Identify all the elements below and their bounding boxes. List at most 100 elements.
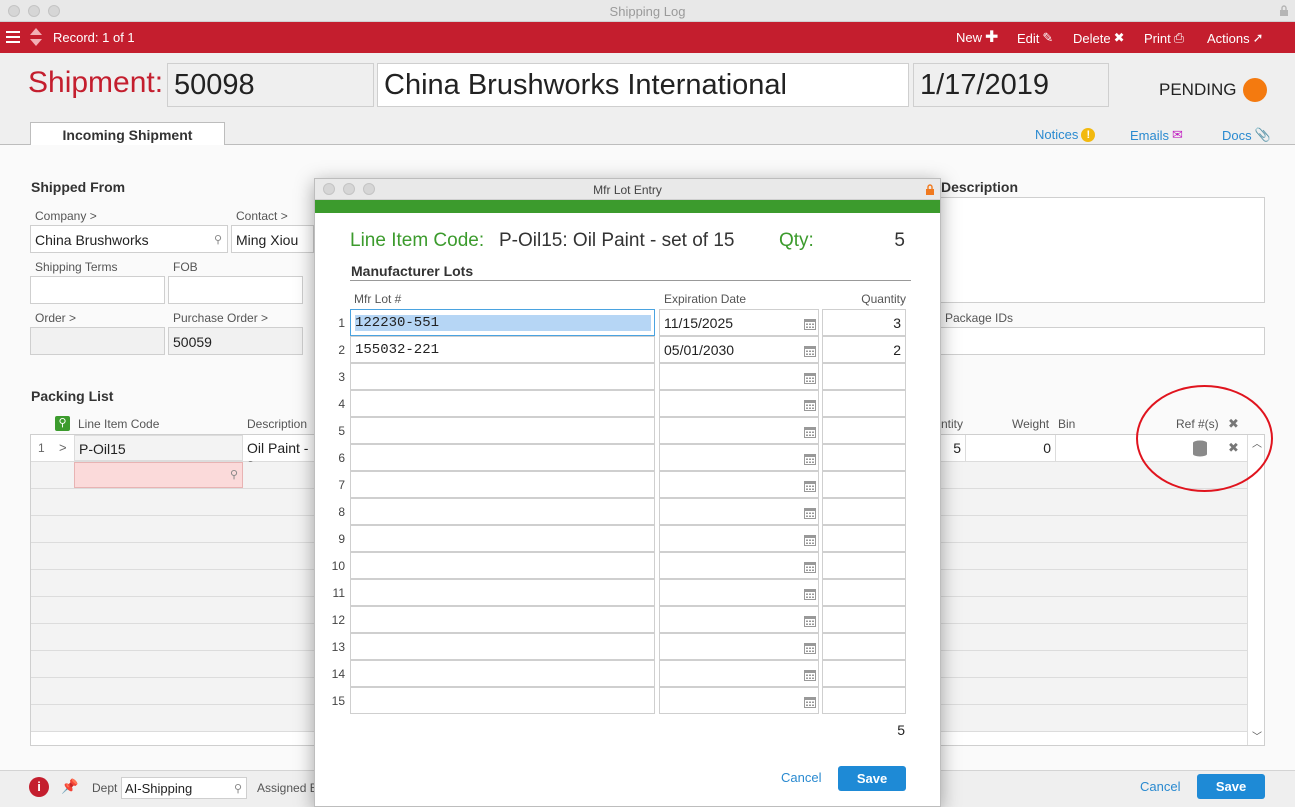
mfr-lot-input[interactable]: [350, 687, 655, 714]
mfr-lot-input[interactable]: [350, 471, 655, 498]
search-icon[interactable]: ⚲: [214, 233, 222, 246]
mfr-lot-input[interactable]: [350, 417, 655, 444]
lot-quantity-input[interactable]: [822, 363, 906, 390]
edit-button[interactable]: Edit ✎: [1017, 30, 1053, 46]
expiration-date-input[interactable]: [659, 687, 819, 714]
lot-quantity-input[interactable]: [822, 498, 906, 525]
lot-quantity-input[interactable]: [822, 471, 906, 498]
mfr-lot-input[interactable]: [350, 552, 655, 579]
row-line-item-code[interactable]: P-Oil15: [74, 435, 243, 461]
mfr-lot-input[interactable]: [350, 660, 655, 687]
lot-quantity-input[interactable]: [822, 633, 906, 660]
calendar-icon[interactable]: [804, 668, 816, 681]
expiration-date-input[interactable]: [659, 498, 819, 525]
mfr-lot-input[interactable]: [350, 606, 655, 633]
expiration-date-input[interactable]: 05/01/2030: [659, 336, 819, 363]
row-description[interactable]: Oil Paint - s: [243, 435, 315, 472]
mfr-lot-input[interactable]: [350, 633, 655, 660]
lot-quantity-input[interactable]: [822, 579, 906, 606]
emails-link[interactable]: Emails ✉: [1130, 127, 1183, 143]
contact-label[interactable]: Contact >: [236, 209, 288, 223]
info-icon[interactable]: i: [29, 777, 49, 797]
contact-field[interactable]: Ming Xiou: [231, 225, 314, 253]
search-icon[interactable]: ⚲: [234, 782, 242, 795]
purchase-order-label[interactable]: Purchase Order >: [173, 311, 268, 325]
calendar-icon[interactable]: [804, 452, 816, 465]
mfr-lot-input[interactable]: 122230-551: [350, 309, 655, 336]
lot-quantity-input[interactable]: [822, 687, 906, 714]
search-icon[interactable]: ⚲: [230, 468, 238, 481]
shipping-terms-field[interactable]: [30, 276, 165, 304]
notices-link[interactable]: Notices!: [1035, 127, 1096, 142]
scroll-down-icon[interactable]: ﹀: [1252, 728, 1262, 743]
new-button[interactable]: New ✚: [956, 30, 998, 46]
calendar-icon[interactable]: [804, 695, 816, 708]
row-expand-arrow[interactable]: >: [59, 440, 67, 455]
company-label[interactable]: Company >: [35, 209, 97, 223]
shipment-number-field[interactable]: 50098: [167, 63, 374, 107]
calendar-icon[interactable]: [804, 317, 816, 330]
calendar-icon[interactable]: [804, 398, 816, 411]
delete-button[interactable]: Delete ✖: [1073, 30, 1124, 46]
lot-quantity-input[interactable]: [822, 390, 906, 417]
calendar-icon[interactable]: [804, 344, 816, 357]
tab-incoming-shipment[interactable]: Incoming Shipment: [30, 122, 225, 145]
lot-quantity-input[interactable]: [822, 525, 906, 552]
expiration-date-input[interactable]: [659, 579, 819, 606]
calendar-icon[interactable]: [804, 425, 816, 438]
expiration-date-input[interactable]: [659, 363, 819, 390]
mfr-lot-input[interactable]: [350, 579, 655, 606]
fob-field[interactable]: [168, 276, 303, 304]
lot-quantity-input[interactable]: [822, 417, 906, 444]
expiration-date-input[interactable]: [659, 471, 819, 498]
expiration-date-input[interactable]: [659, 525, 819, 552]
purchase-order-field[interactable]: 50059: [168, 327, 303, 355]
calendar-icon[interactable]: [804, 641, 816, 654]
lot-quantity-input[interactable]: [822, 660, 906, 687]
expiration-date-input[interactable]: [659, 444, 819, 471]
order-label[interactable]: Order >: [35, 311, 76, 325]
lot-quantity-input[interactable]: [822, 444, 906, 471]
calendar-icon[interactable]: [804, 506, 816, 519]
add-line-search-icon[interactable]: ⚲: [55, 416, 70, 431]
mfr-lot-input[interactable]: [350, 525, 655, 552]
lot-quantity-input[interactable]: [822, 606, 906, 633]
menu-icon[interactable]: [6, 30, 20, 44]
expiration-date-input[interactable]: [659, 417, 819, 444]
docs-link[interactable]: Docs 📎: [1222, 127, 1271, 143]
row-weight[interactable]: 0: [965, 435, 1055, 461]
mfr-lot-input[interactable]: [350, 498, 655, 525]
save-button[interactable]: Save: [1197, 774, 1265, 799]
mfr-lot-input[interactable]: 155032-221: [350, 336, 655, 363]
description-field[interactable]: [938, 197, 1265, 303]
company-field[interactable]: China Brushworks ⚲: [30, 225, 228, 253]
mfr-lot-input[interactable]: [350, 363, 655, 390]
mfr-lot-input[interactable]: [350, 390, 655, 417]
expiration-date-input[interactable]: [659, 390, 819, 417]
pin-icon[interactable]: 📌: [61, 778, 78, 795]
dept-field[interactable]: AI-Shipping ⚲: [121, 777, 247, 799]
print-button[interactable]: Print ⎙: [1144, 30, 1184, 46]
calendar-icon[interactable]: [804, 533, 816, 546]
actions-button[interactable]: Actions ➚: [1207, 30, 1264, 46]
shipment-date-field[interactable]: 1/17/2019: [913, 63, 1109, 107]
expiration-date-input[interactable]: [659, 660, 819, 687]
lot-quantity-input[interactable]: 2: [822, 336, 906, 363]
expiration-date-input[interactable]: [659, 552, 819, 579]
mfr-lot-input[interactable]: [350, 444, 655, 471]
order-field[interactable]: [30, 327, 165, 355]
record-nav-arrows-icon[interactable]: [29, 27, 43, 47]
calendar-icon[interactable]: [804, 560, 816, 573]
calendar-icon[interactable]: [804, 614, 816, 627]
calendar-icon[interactable]: [804, 371, 816, 384]
new-line-item-code-input[interactable]: ⚲: [74, 462, 243, 488]
dialog-save-button[interactable]: Save: [838, 766, 906, 791]
row-quantity[interactable]: 5: [939, 435, 965, 461]
lot-quantity-input[interactable]: 3: [822, 309, 906, 336]
calendar-icon[interactable]: [804, 587, 816, 600]
scrollbar[interactable]: ︿ ﹀: [1247, 435, 1264, 745]
lot-quantity-input[interactable]: [822, 552, 906, 579]
dialog-cancel-button[interactable]: Cancel: [781, 770, 821, 785]
calendar-icon[interactable]: [804, 479, 816, 492]
package-ids-field[interactable]: [938, 327, 1265, 355]
